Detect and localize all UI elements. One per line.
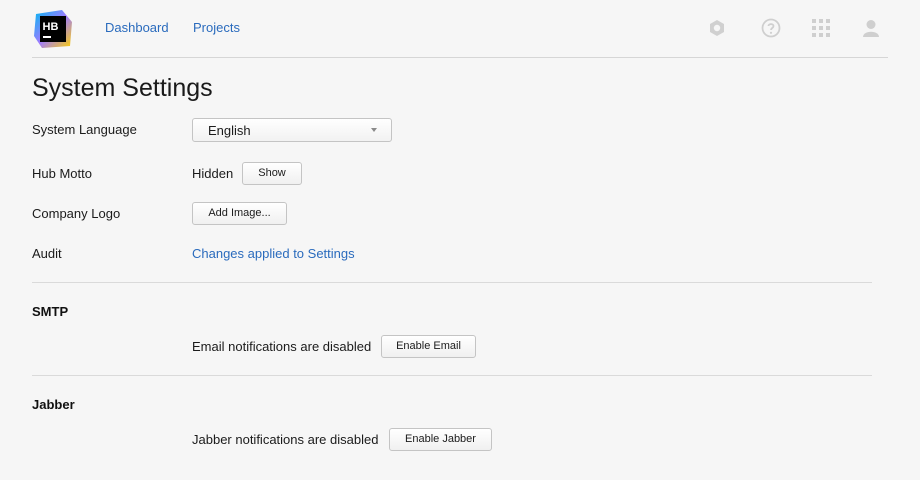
logo-text: HB (43, 21, 59, 33)
user-icon[interactable] (860, 17, 882, 39)
hub-motto-status: Hidden (192, 166, 234, 181)
enable-jabber-button[interactable]: Enable Jabber (389, 428, 492, 451)
system-language-value: English (208, 123, 251, 138)
smtp-status-text: Email notifications are disabled (192, 339, 372, 354)
audit-settings-link[interactable]: Changes applied to Settings (192, 246, 355, 261)
section-divider (32, 282, 872, 283)
audit-label: Audit (32, 246, 62, 261)
system-language-label: System Language (32, 122, 137, 137)
enable-email-button[interactable]: Enable Email (381, 335, 476, 358)
company-logo-label: Company Logo (32, 206, 121, 221)
add-image-button[interactable]: Add Image... (192, 202, 287, 225)
apps-grid-icon[interactable] (810, 17, 832, 39)
smtp-section-title: SMTP (32, 304, 69, 319)
jabber-status-text: Jabber notifications are disabled (192, 432, 379, 447)
settings-icon[interactable] (706, 17, 728, 39)
nav-dashboard-link[interactable]: Dashboard (105, 20, 169, 35)
jabber-section-title: Jabber (32, 397, 75, 412)
top-navigation-bar: HB Dashboard Projects (0, 0, 920, 57)
system-language-select[interactable]: English (192, 118, 392, 142)
page-title: System Settings (32, 74, 213, 102)
help-icon[interactable] (760, 17, 782, 39)
chevron-down-icon (371, 128, 377, 132)
show-motto-button[interactable]: Show (242, 162, 302, 185)
hub-motto-label: Hub Motto (32, 166, 92, 181)
hub-logo-icon[interactable]: HB (32, 8, 74, 50)
section-divider (32, 375, 872, 376)
header-divider (32, 57, 888, 58)
nav-projects-link[interactable]: Projects (193, 20, 240, 35)
